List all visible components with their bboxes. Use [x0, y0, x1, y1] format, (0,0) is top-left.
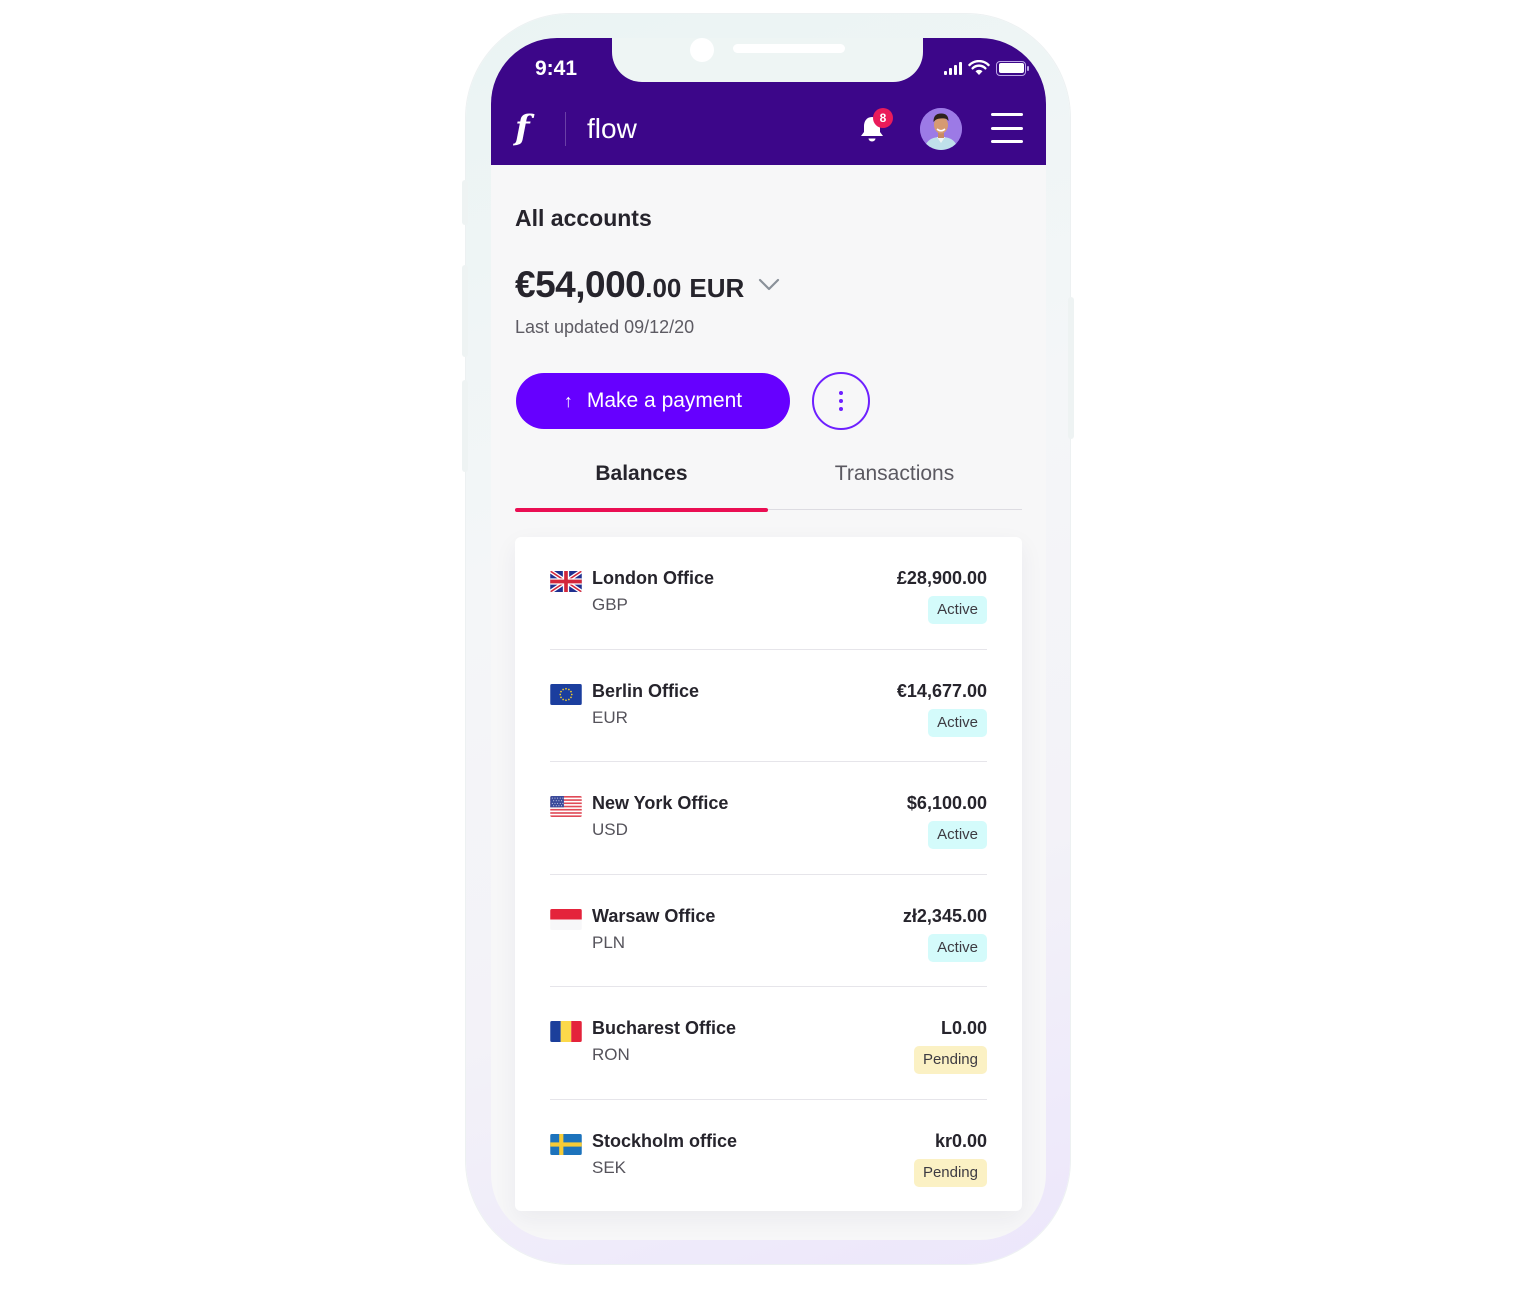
status-badge: Pending [913, 1046, 987, 1074]
sweden-flag-icon [550, 1133, 582, 1155]
us-flag-icon [550, 796, 582, 817]
account-balance: kr0.00 [934, 1130, 987, 1151]
flow-logo[interactable]: f [515, 110, 530, 146]
account-balance: zł2,345.00 [902, 905, 987, 926]
account-row-warsaw[interactable]: Warsaw Office PLN zł2,345.00 Active [550, 875, 987, 987]
account-currency: GBP [592, 595, 628, 614]
account-row-london[interactable]: London Office GBP £28,900.00 Active [550, 537, 987, 650]
account-balance: L0.00 [940, 1018, 987, 1038]
phone-volume-down [462, 380, 468, 472]
phone-screen: 9:41 f flow 8 All accounts €54,000 .00 E… [491, 38, 1046, 1240]
phone-notch [612, 38, 923, 82]
account-row-berlin[interactable]: Berlin Office EUR €14,677.00 Active [550, 650, 987, 762]
cellular-signal-icon [944, 61, 962, 75]
poland-flag-icon [550, 908, 582, 930]
account-name: Berlin Office [592, 680, 700, 701]
status-badge: Active [928, 596, 987, 624]
account-row-new-york[interactable]: New York Office USD $6,100.00 Active [550, 762, 987, 875]
account-name: Warsaw Office [592, 905, 716, 926]
account-balance: €14,677.00 [896, 680, 987, 701]
user-photo [920, 108, 962, 150]
avatar[interactable] [920, 108, 962, 150]
earpiece-speaker [733, 44, 845, 53]
romania-flag-icon [550, 1021, 582, 1042]
total-balance: €54,000 .00 EUR [515, 264, 780, 306]
status-badge: Active [928, 933, 987, 962]
make-payment-label: Make a payment [586, 389, 743, 412]
page-title: All accounts [515, 205, 652, 231]
phone-silent-switch [462, 180, 468, 225]
dot [839, 391, 843, 395]
brand-name: flow [587, 113, 637, 144]
eu-flag-icon [550, 683, 582, 705]
account-balance: $6,100.00 [906, 793, 987, 813]
chevron-down-icon[interactable] [758, 278, 780, 292]
accounts-list: London Office GBP £28,900.00 Active Berl… [515, 537, 1022, 1211]
account-row-bucharest[interactable]: Bucharest Office RON L0.00 Pending [550, 987, 987, 1100]
total-balance-major: €54,000 [515, 264, 646, 305]
status-badge: Active [928, 708, 987, 737]
account-currency: RON [592, 1045, 630, 1064]
dot [839, 399, 843, 403]
account-currency: USD [592, 820, 628, 839]
status-badge: Pending [913, 1158, 987, 1187]
account-currency: PLN [592, 932, 626, 952]
account-name: Stockholm office [592, 1130, 738, 1151]
account-row-stockholm[interactable]: Stockholm office SEK kr0.00 Pending [550, 1100, 987, 1213]
phone-power-button [1068, 297, 1074, 439]
uk-flag-icon [550, 571, 582, 592]
hamburger-menu-icon[interactable] [991, 113, 1023, 143]
status-badge: Active [928, 821, 987, 849]
total-balance-currency: EUR [689, 273, 745, 303]
front-camera [690, 38, 714, 62]
status-time: 9:41 [535, 57, 578, 80]
notification-badge: 8 [873, 108, 893, 128]
account-currency: EUR [592, 707, 628, 727]
status-icons [944, 60, 1029, 76]
more-options-button[interactable] [812, 372, 870, 430]
account-name: New York Office [592, 793, 729, 813]
phone-volume-up [462, 265, 468, 357]
tab-bar: Balances Transactions [515, 460, 1022, 512]
account-name: Bucharest Office [592, 1018, 737, 1038]
tab-balances[interactable]: Balances [515, 460, 768, 512]
account-currency: SEK [592, 1157, 627, 1177]
account-balance: £28,900.00 [896, 568, 987, 588]
make-payment-button[interactable]: ↑ Make a payment [516, 373, 790, 429]
wifi-icon [968, 60, 990, 75]
account-name: London Office [592, 568, 714, 588]
logo-divider [565, 112, 566, 146]
arrow-up-icon: ↑ [563, 390, 573, 411]
dot [839, 407, 843, 411]
last-updated: Last updated 09/12/20 [515, 317, 695, 337]
tab-transactions[interactable]: Transactions [768, 460, 1021, 510]
battery-icon [996, 60, 1029, 76]
total-balance-minor: .00 [645, 273, 682, 303]
